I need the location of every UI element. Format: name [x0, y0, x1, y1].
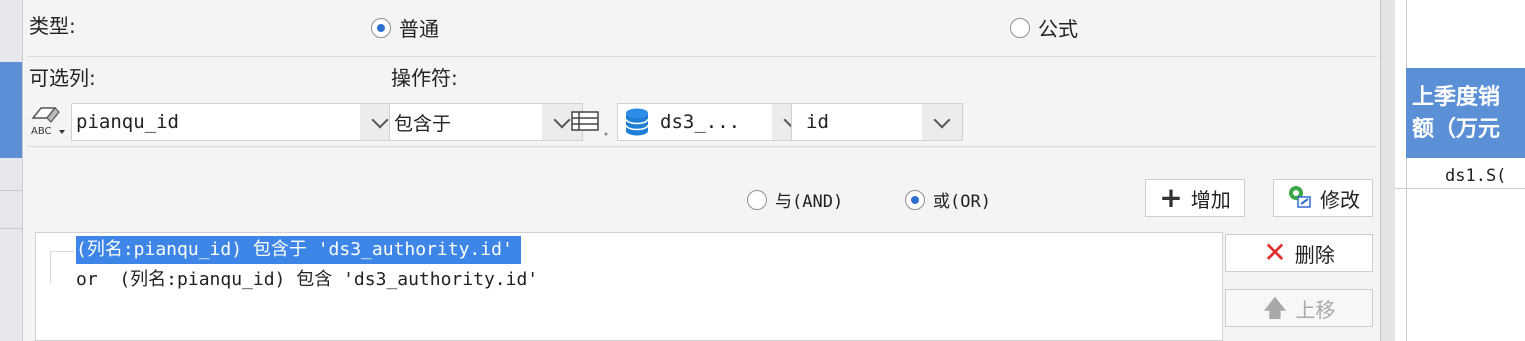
radio-selected-icon — [371, 17, 391, 38]
plus-icon: + — [1159, 181, 1183, 214]
modify-button[interactable]: 修改 — [1273, 179, 1373, 217]
type-normal-radio[interactable]: 普通 — [371, 13, 439, 42]
list-mode-icon[interactable] — [570, 108, 614, 138]
radio-unselected-icon — [1010, 17, 1030, 38]
dialog-border — [1380, 0, 1396, 341]
divider — [27, 146, 1377, 147]
move-up-button-label: 上移 — [1295, 297, 1336, 322]
type-formula-radio[interactable]: 公式 — [1010, 13, 1078, 42]
close-icon: ✕ — [1263, 236, 1287, 269]
move-up-button[interactable]: 🡅 上移 — [1225, 289, 1373, 327]
condition-list[interactable]: (列名:pianqu_id) 包含于 'ds3_authority.id' or… — [35, 232, 1223, 341]
dataset-select[interactable]: ds3_... — [617, 103, 813, 141]
field-select-value: id — [806, 111, 829, 133]
logic-or-radio[interactable]: 或(OR) — [905, 187, 991, 212]
modify-button-label: 修改 — [1320, 187, 1360, 212]
background-sheet-left — [0, 0, 22, 341]
field-select[interactable]: id — [791, 103, 963, 141]
type-label: 类型: — [29, 14, 76, 38]
svg-text:ABC: ABC — [31, 126, 52, 137]
operator-select[interactable]: 包含于 — [389, 103, 583, 141]
database-icon — [618, 104, 656, 140]
radio-unselected-icon — [747, 189, 767, 210]
condition-row[interactable]: or (列名:pianqu_id) 包含 'ds3_authority.id' — [76, 266, 538, 294]
background-sheet-right: 上季度销 额（万元 ds1.S( — [1395, 0, 1525, 341]
arrow-up-icon: 🡅 — [1262, 294, 1288, 322]
background-header-cell — [0, 62, 22, 158]
chevron-down-icon[interactable] — [922, 104, 962, 140]
operator-select-value: 包含于 — [394, 112, 452, 135]
filter-condition-dialog: 类型: 普通 公式 可选列: 操作符: ABC pianqu_id 包含于 ds… — [22, 0, 1381, 341]
operator-label: 操作符: — [391, 66, 458, 90]
delete-button[interactable]: ✕ 删除 — [1225, 234, 1373, 272]
logic-or-label: 或(OR) — [933, 192, 991, 212]
radio-selected-icon — [905, 189, 925, 210]
column-type-icon[interactable]: ABC — [29, 104, 69, 140]
column-select[interactable]: pianqu_id — [71, 103, 401, 141]
divider — [27, 56, 1377, 57]
logic-and-radio[interactable]: 与(AND) — [747, 187, 843, 212]
add-button-label: 增加 — [1190, 187, 1231, 212]
logic-and-label: 与(AND) — [775, 192, 844, 212]
condition-row[interactable]: (列名:pianqu_id) 包含于 'ds3_authority.id' — [76, 236, 521, 264]
background-cell-text: ds1.S( — [1445, 166, 1507, 186]
add-button[interactable]: + 增加 — [1145, 179, 1245, 217]
gear-edit-icon — [1286, 183, 1312, 214]
type-formula-label: 公式 — [1038, 17, 1078, 41]
column-select-value: pianqu_id — [76, 111, 179, 133]
dataset-select-value: ds3_... — [660, 111, 741, 133]
type-normal-label: 普通 — [399, 17, 439, 41]
background-column-header: 上季度销 额（万元 — [1406, 68, 1525, 158]
column-label: 可选列: — [29, 66, 96, 90]
delete-button-label: 删除 — [1294, 242, 1335, 267]
